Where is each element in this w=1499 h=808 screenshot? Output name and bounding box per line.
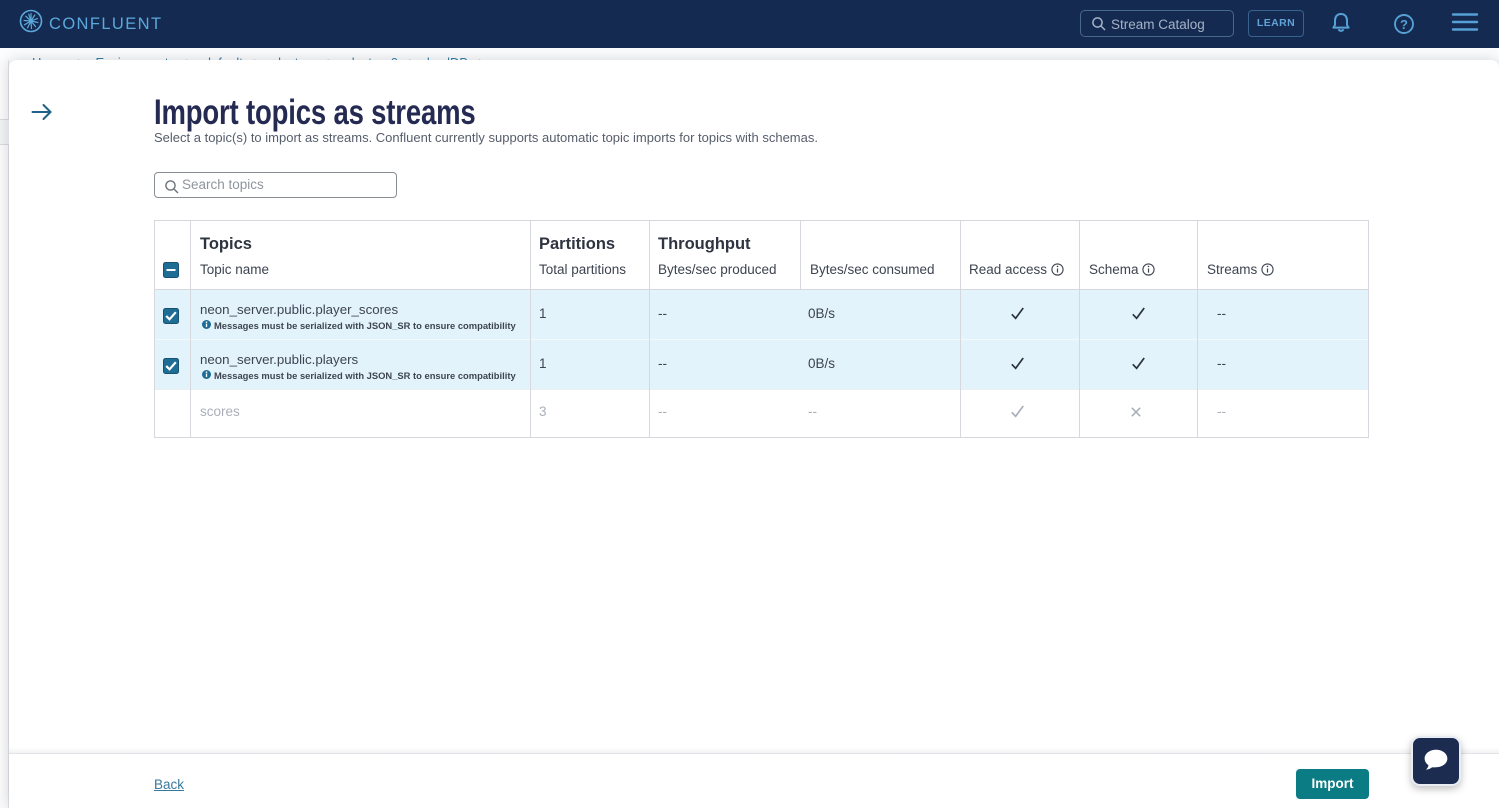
svg-text:?: ?: [1400, 17, 1408, 32]
